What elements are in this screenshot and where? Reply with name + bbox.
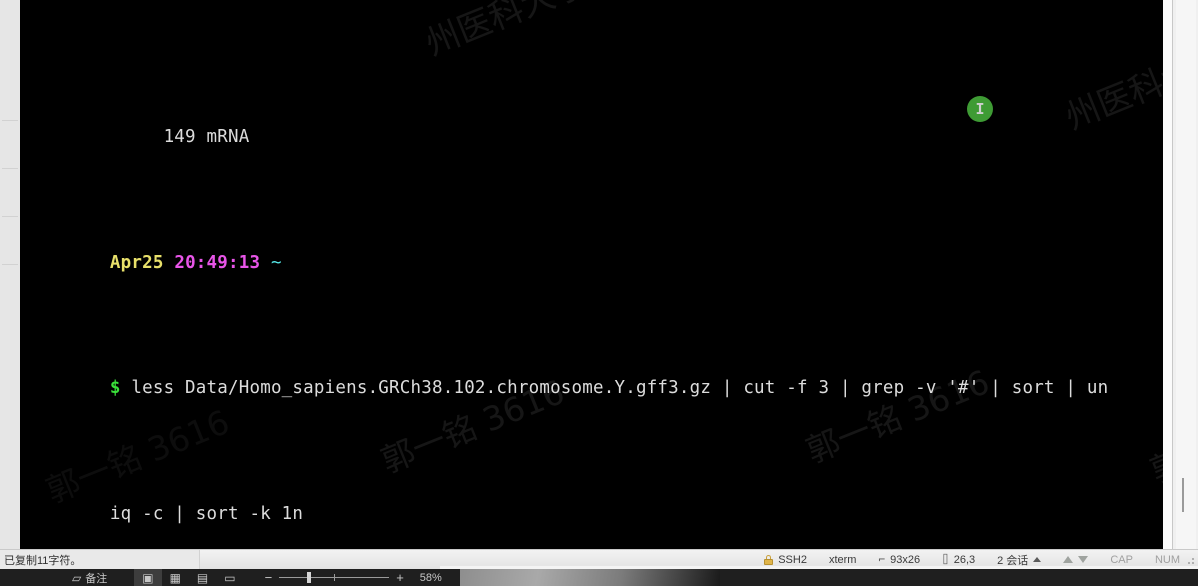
- zoom-slider[interactable]: − +: [258, 570, 411, 585]
- status-protocol-label: SSH2: [778, 553, 807, 566]
- terminal-output-line: 149 mRNA: [109, 127, 250, 148]
- normal-view-icon: ▣: [142, 570, 154, 585]
- mouse-cursor-highlight: I: [967, 96, 993, 122]
- scrollbar-thumb[interactable]: [1182, 478, 1184, 512]
- status-message: 已复制11字符。: [0, 549, 200, 570]
- view-button-reading[interactable]: ▤: [189, 569, 216, 586]
- lock-icon: [764, 554, 774, 565]
- slideshow-icon: ▭: [224, 570, 236, 585]
- cursor-position-icon: ⌷: [942, 553, 949, 566]
- notes-icon: ▱: [72, 570, 82, 585]
- photo-thumbnail: [460, 569, 720, 586]
- prompt-date: Apr25: [109, 252, 164, 273]
- prompt-time: 20:49:13: [174, 252, 261, 273]
- terminal-output: 149 mRNA Apr25 20:49:13 ~ $ less Data/Ho…: [20, 0, 1172, 549]
- window-size-icon: ⌐: [878, 553, 886, 566]
- terminal-command-line: $ less Data/Homo_sapiens.GRCh38.102.chro…: [24, 351, 1172, 398]
- text-ibeam-icon: I: [975, 99, 985, 118]
- status-emulation-label: xterm: [828, 553, 857, 566]
- download-arrow-icon: [1078, 556, 1089, 563]
- view-button-slideshow[interactable]: ▭: [216, 569, 243, 586]
- status-position-label: 26,3: [953, 553, 976, 566]
- slide-panel-gutter: [0, 0, 20, 549]
- zoom-slider-track[interactable]: [279, 572, 390, 583]
- screen-root: 149 mRNA Apr25 20:49:13 ~ $ less Data/Ho…: [0, 0, 1198, 586]
- background-photo-strip: [440, 569, 740, 586]
- slide-sorter-icon: ▦: [169, 570, 181, 585]
- notes-label: 备注: [85, 572, 108, 585]
- terminal-window[interactable]: 149 mRNA Apr25 20:49:13 ~ $ less Data/Ho…: [20, 0, 1172, 549]
- terminal-prompt-line: Apr25 20:49:13 ~: [24, 226, 1172, 273]
- command-text-wrapped: iq -c | sort -k 1n: [109, 503, 304, 524]
- zoom-slider-handle: [307, 572, 312, 583]
- upload-arrow-icon: [1063, 556, 1074, 563]
- resize-grip[interactable]: [1184, 554, 1196, 566]
- view-button-slide-sorter[interactable]: ▦: [162, 569, 189, 586]
- prompt-cwd: ~: [270, 252, 282, 273]
- reading-view-icon: ▤: [196, 570, 209, 585]
- status-message-text: 已复制11字符。: [4, 554, 82, 567]
- status-caps-label: CAP: [1110, 553, 1133, 566]
- scrollbar-track[interactable]: [1176, 0, 1196, 549]
- zoom-in-button[interactable]: +: [389, 570, 411, 585]
- terminal-scrollbar[interactable]: [1172, 0, 1198, 549]
- notes-button[interactable]: ▱ 备注: [63, 569, 116, 586]
- view-button-normal[interactable]: ▣: [134, 569, 162, 586]
- chevron-up-icon[interactable]: [1033, 557, 1042, 562]
- command-text: less Data/Homo_sapiens.GRCh38.102.chromo…: [120, 378, 1109, 399]
- window-border: [1163, 0, 1172, 549]
- zoom-level-label: 58%: [419, 571, 442, 584]
- prompt-sigil: $: [109, 378, 121, 399]
- terminal-command-wrap: iq -c | sort -k 1n: [24, 477, 1172, 524]
- zoom-out-button[interactable]: −: [258, 570, 280, 585]
- status-size-label: 93x26: [890, 553, 921, 566]
- terminal-line: 149 mRNA: [24, 100, 1172, 147]
- status-num-label: NUM: [1154, 553, 1180, 566]
